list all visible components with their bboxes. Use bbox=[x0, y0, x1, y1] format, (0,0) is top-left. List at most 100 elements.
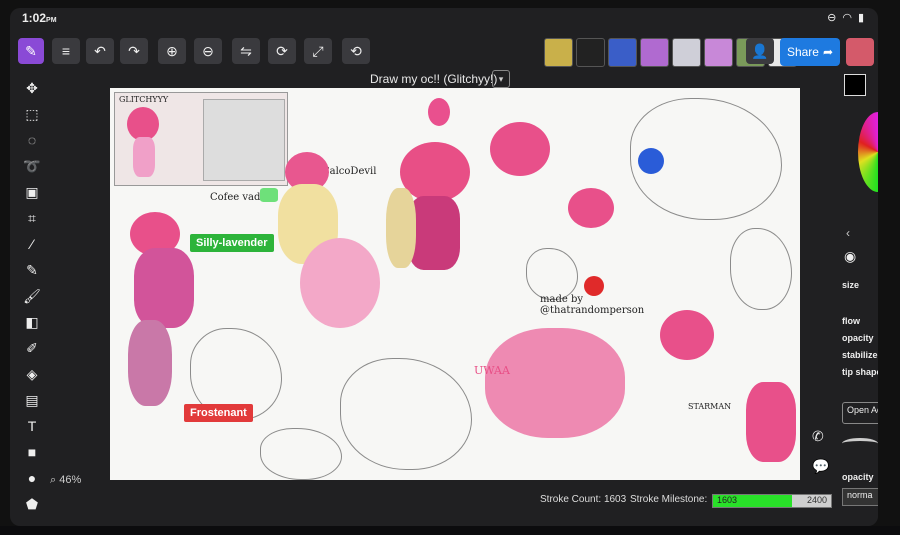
undo-icon[interactable]: ↶ bbox=[86, 38, 114, 64]
participant-avatar[interactable] bbox=[640, 38, 669, 67]
character-drawing bbox=[133, 137, 155, 177]
move-icon[interactable]: ✥ bbox=[22, 78, 42, 98]
share-label: Share bbox=[786, 45, 819, 59]
zoom-indicator[interactable]: ⌕ 46% bbox=[50, 474, 81, 487]
sketch-drawing bbox=[730, 228, 792, 310]
character-drawing bbox=[134, 248, 194, 328]
phone-icon[interactable]: ✆ bbox=[812, 428, 824, 445]
smudge-icon[interactable]: ✐ bbox=[22, 338, 42, 358]
battery-icon: ▮ bbox=[857, 12, 864, 24]
reference-sketches bbox=[203, 99, 285, 181]
sketch-drawing bbox=[260, 428, 342, 480]
open-advanced-button[interactable]: Open Ad bbox=[842, 402, 878, 424]
rotate-icon[interactable]: ⟳ bbox=[268, 38, 296, 64]
stabilizer-label: stabilizer bbox=[842, 350, 878, 360]
reference-title: GLITCHYYY bbox=[119, 95, 169, 104]
milestone-progress-bar: 1603 2400 bbox=[712, 494, 832, 508]
pen-icon[interactable]: ✎ bbox=[22, 260, 42, 280]
milestone-current: 1603 bbox=[717, 495, 738, 505]
heart-drawing bbox=[584, 276, 604, 296]
zoom-in-icon[interactable]: ⊕ bbox=[158, 38, 186, 64]
character-drawing bbox=[485, 328, 625, 438]
app-logo-icon[interactable]: ✎ bbox=[18, 38, 44, 64]
status-icons: ⊖ ◠ ▮ bbox=[827, 11, 864, 24]
primary-color-swatch[interactable] bbox=[844, 74, 866, 96]
brush-settings-panel: ‹ ◉ size flow opacity stabilizer tip sha… bbox=[836, 68, 878, 526]
participant-avatar[interactable] bbox=[576, 38, 605, 67]
flip-icon[interactable]: ⇋ bbox=[232, 38, 260, 64]
lasso-icon[interactable]: ➰ bbox=[22, 156, 42, 176]
reset-view-icon[interactable]: ⟲ bbox=[342, 38, 370, 64]
search-icon: ⌕ bbox=[50, 474, 60, 486]
transform-icon[interactable]: ▣ bbox=[22, 182, 42, 202]
brush-icon[interactable]: 🖌 bbox=[22, 286, 42, 306]
gradient-icon[interactable]: ▤ bbox=[22, 390, 42, 410]
ellipse-tool-icon[interactable]: ● bbox=[22, 468, 42, 488]
character-drawing bbox=[386, 188, 416, 268]
zoom-out-icon[interactable]: ⊖ bbox=[194, 38, 222, 64]
android-nav-bar bbox=[0, 526, 900, 535]
stroke-preview bbox=[842, 438, 878, 449]
eyedropper-icon[interactable]: ⁄ bbox=[22, 234, 42, 254]
user-cursor-tag: Frostenant bbox=[184, 404, 253, 422]
milestone-label: Stroke Milestone: bbox=[630, 494, 708, 505]
character-drawing bbox=[300, 238, 380, 328]
character-drawing bbox=[128, 320, 172, 406]
character-drawing bbox=[260, 188, 278, 202]
top-toolbar: ✎ ≡ ↶ ↷ ⊕ ⊖ ⇋ ⟳ ⤢ ⟲ 👤 Share ➦ bbox=[10, 36, 878, 70]
user-cursor-tag: Silly-lavender bbox=[190, 234, 274, 252]
sketch-drawing bbox=[526, 248, 578, 300]
brush-size-icon[interactable]: ◉ bbox=[844, 248, 856, 265]
menu-icon[interactable]: ≡ bbox=[52, 38, 80, 64]
milestone-goal: 2400 bbox=[806, 495, 827, 505]
chat-icon[interactable]: 💬 bbox=[812, 458, 829, 475]
crop-icon[interactable]: ⌗ bbox=[22, 208, 42, 228]
chevron-left-icon[interactable]: ‹ bbox=[846, 226, 850, 240]
drawing-canvas[interactable]: GLITCHYYY Cofee vadion CalcoDevil made b… bbox=[110, 88, 800, 480]
character-drawing bbox=[746, 382, 796, 462]
note-text: CalcoDevil bbox=[322, 166, 377, 177]
stroke-status-bar: Stroke Count: 1603 Stroke Milestone: 160… bbox=[530, 492, 860, 510]
sketch-drawing bbox=[340, 358, 472, 470]
shape-tool-icon[interactable]: ⬟ bbox=[22, 494, 42, 514]
note-text: STARMAN bbox=[688, 402, 732, 411]
fill-bucket-icon[interactable]: ◈ bbox=[22, 364, 42, 384]
document-title[interactable]: Draw my oc!! (Glitchyy!) bbox=[370, 72, 497, 86]
note-text: made by @thatrandomperson bbox=[540, 294, 645, 316]
flow-label: flow bbox=[842, 316, 860, 326]
status-bar: 1:02PM ⊖ ◠ ▮ bbox=[10, 8, 878, 28]
fullscreen-icon[interactable]: ⤢ bbox=[304, 38, 332, 64]
redo-icon[interactable]: ↷ bbox=[120, 38, 148, 64]
character-drawing bbox=[428, 98, 450, 126]
sketch-drawing bbox=[630, 98, 782, 220]
note-text: UWAA bbox=[474, 364, 510, 377]
opacity-label: opacity bbox=[842, 333, 874, 343]
my-avatar[interactable] bbox=[846, 38, 874, 66]
wifi-icon: ◠ bbox=[842, 12, 852, 24]
participant-avatar[interactable] bbox=[608, 38, 637, 67]
rectangle-tool-icon[interactable]: ■ bbox=[22, 442, 42, 462]
size-label: size bbox=[842, 280, 860, 290]
zoom-value: 46% bbox=[59, 474, 82, 486]
tip-shape-label: tip shape bbox=[842, 367, 878, 377]
participant-avatar[interactable] bbox=[672, 38, 701, 67]
app-screen: 1:02PM ⊖ ◠ ▮ ✎ ≡ ↶ ↷ ⊕ ⊖ ⇋ ⟳ ⤢ ⟲ 👤 Share… bbox=[10, 8, 878, 526]
status-time: 1:02PM bbox=[22, 11, 57, 25]
reference-sheet: GLITCHYYY bbox=[114, 92, 288, 186]
character-drawing bbox=[490, 122, 550, 176]
share-arrow-icon: ➦ bbox=[822, 45, 834, 59]
color-wheel[interactable] bbox=[858, 112, 878, 192]
character-drawing bbox=[660, 310, 714, 360]
text-tool-icon[interactable]: T bbox=[22, 416, 42, 436]
participant-avatar[interactable] bbox=[544, 38, 573, 67]
chevron-down-icon[interactable]: ▾ bbox=[492, 70, 510, 88]
ellipse-select-icon[interactable]: ◌ bbox=[22, 130, 42, 150]
minus-circle-icon: ⊖ bbox=[827, 12, 837, 24]
add-user-icon[interactable]: 👤 bbox=[746, 38, 774, 64]
character-drawing bbox=[127, 107, 159, 141]
stroke-count: Stroke Count: 1603 bbox=[540, 494, 627, 505]
rect-select-icon[interactable]: ⬚ bbox=[22, 104, 42, 124]
eraser-icon[interactable]: ◧ bbox=[22, 312, 42, 332]
participant-avatar[interactable] bbox=[704, 38, 733, 67]
share-button[interactable]: Share ➦ bbox=[780, 38, 840, 66]
